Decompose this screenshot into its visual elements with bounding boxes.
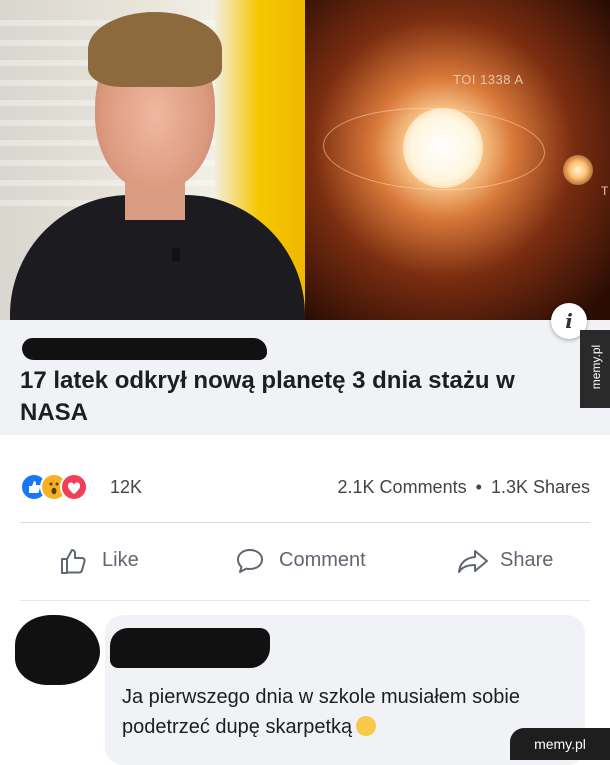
comment-text: Ja pierwszego dnia w szkole musiałem sob… [122,682,572,742]
microphone-icon [172,248,180,262]
primary-star [403,108,483,188]
comment-icon [237,549,263,573]
comments-count[interactable]: 2.1K Comments [338,477,467,497]
redacted-source [22,338,267,360]
watermark-bottom: memy.pl [510,728,610,760]
secondary-star [563,155,593,185]
emoji-icon [356,716,377,736]
watermark-side: memy.pl [580,330,610,408]
love-icon [60,473,88,501]
edge-label: T [601,184,609,198]
thumbs-up-icon [61,549,86,574]
share-icon [458,550,488,573]
person-photo [0,0,305,320]
planet-label: TOI 1338 A [453,72,524,87]
stats-separator: • [475,477,482,497]
star-system-image: TOI 1338 A T [305,0,610,320]
like-label: Like [102,549,139,571]
like-button[interactable]: Like [58,545,168,577]
engagement-stats[interactable]: 2.1K Comments • 1.3K Shares [338,477,590,498]
link-headline[interactable]: 17 latek odkrył nową planetę 3 dnia staż… [20,365,580,429]
reaction-count[interactable]: 12K [110,477,142,498]
comment-label: Comment [279,549,366,571]
avatar[interactable] [15,615,100,685]
shares-count[interactable]: 1.3K Shares [491,477,590,497]
redacted-commenter-name [110,628,270,668]
divider [20,522,590,523]
comment-button[interactable]: Comment [235,545,395,577]
share-button[interactable]: Share [456,545,576,577]
share-label: Share [500,549,554,571]
divider [20,600,590,601]
comment-body: Ja pierwszego dnia w szkole musiałem sob… [122,686,520,738]
watermark-side-text: memy.pl [589,344,603,390]
